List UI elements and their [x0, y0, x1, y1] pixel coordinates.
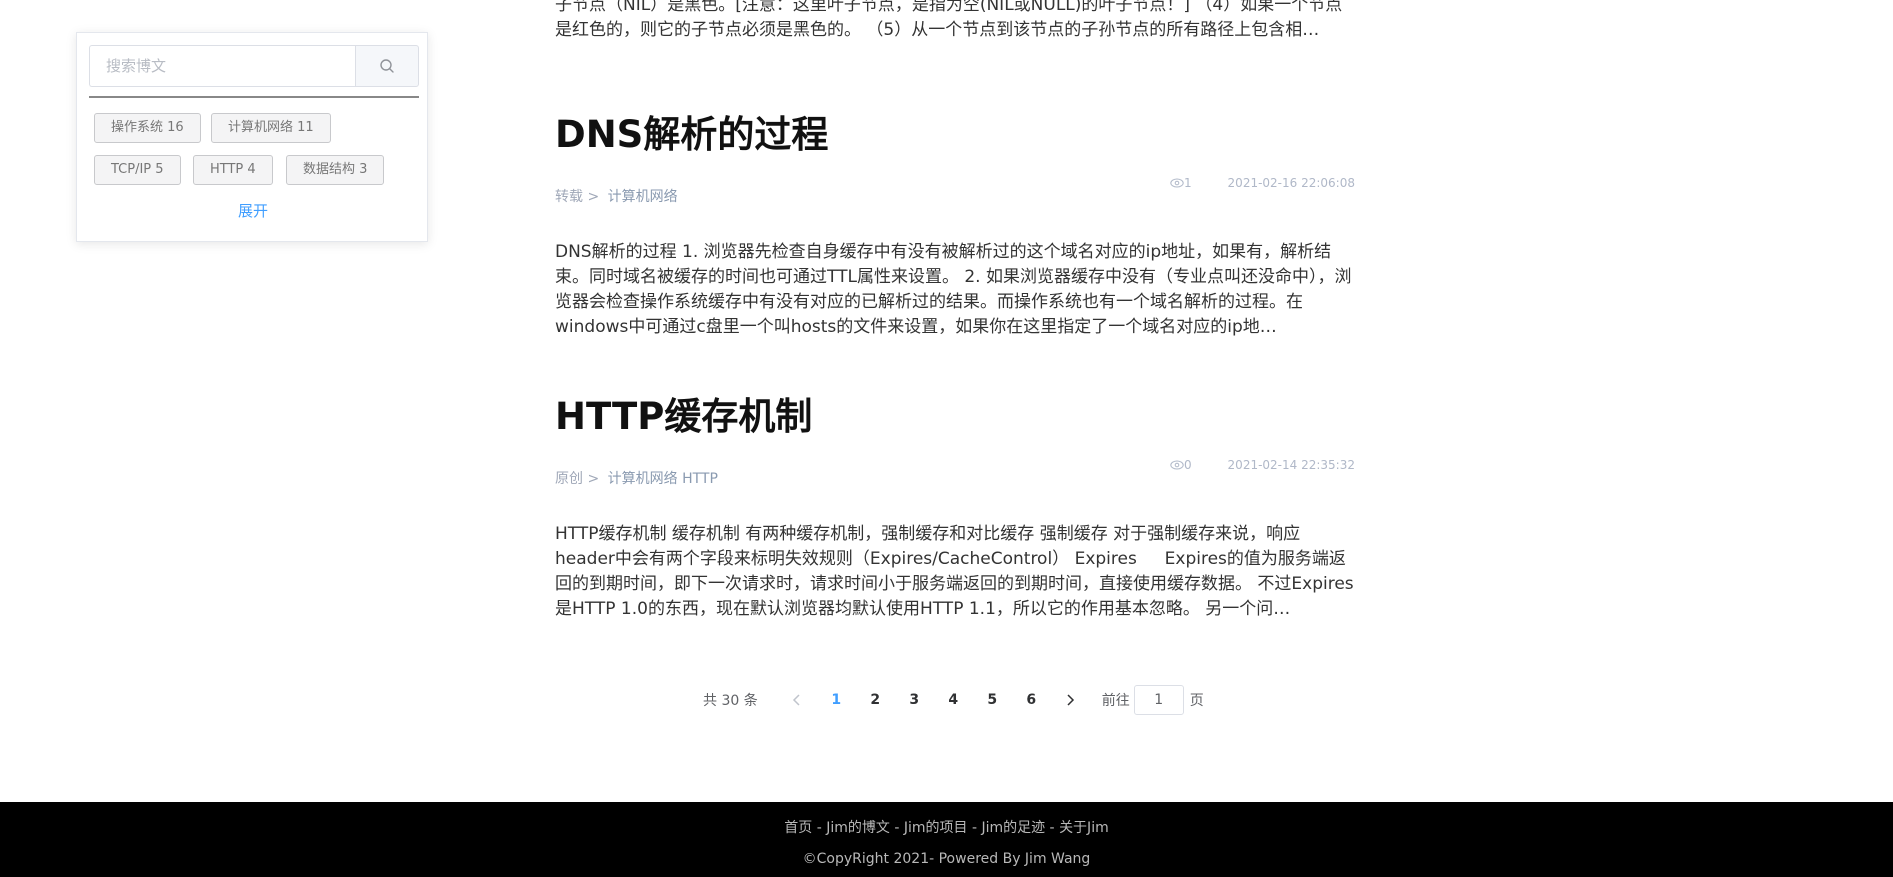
view-count: 0: [1170, 458, 1192, 472]
pagination-total: 共 30 条: [703, 693, 758, 709]
view-count-value: 1: [1184, 176, 1192, 190]
page-suffix: 页: [1189, 693, 1204, 709]
footer-link-home[interactable]: 首页: [784, 820, 812, 836]
footer-link-about[interactable]: 关于Jim: [1059, 820, 1109, 836]
article-title[interactable]: DNS解析的过程: [555, 110, 1355, 160]
goto-label: 前往: [1101, 693, 1130, 709]
footer-separator: -: [889, 820, 904, 836]
article-item: HTTP缓存机制 原创 > 计算机网络 HTTP 0 2021-02-14 22…: [555, 392, 1355, 622]
tag-data-structure[interactable]: 数据结构 3: [286, 155, 385, 185]
search-divider: [89, 96, 419, 98]
tag-sidebar-card: 操作系统 16 计算机网络 11 TCP/IP 5 HTTP 4 数据结构 3 …: [76, 32, 428, 242]
footer-separator: -: [1045, 820, 1060, 836]
article-type-label: 转载: [555, 189, 583, 205]
article-item: DNS解析的过程 转载 > 计算机网络 1 2021-02-16 22:06:0…: [555, 110, 1355, 340]
footer-link-projects[interactable]: Jim的项目: [904, 820, 968, 836]
footer-link-footprints[interactable]: Jim的足迹: [981, 820, 1045, 836]
page-button-3[interactable]: 3: [895, 692, 934, 708]
tag-http[interactable]: HTTP 4: [193, 155, 273, 185]
search-input[interactable]: [89, 45, 355, 87]
expand-tags-link[interactable]: 展开: [77, 200, 429, 221]
page-jump-input[interactable]: [1133, 685, 1184, 715]
tag-network[interactable]: 计算机网络 11: [211, 113, 331, 143]
search-icon: [380, 59, 394, 73]
article-date: 2021-02-14 22:35:32: [1227, 458, 1355, 472]
view-count-value: 0: [1184, 458, 1192, 472]
page-button-1[interactable]: 1: [817, 692, 856, 708]
search-button[interactable]: [355, 45, 419, 87]
meta-separator: >: [587, 471, 600, 487]
footer-nav: 首页 - Jim的博文 - Jim的项目 - Jim的足迹 - 关于Jim: [0, 817, 1893, 837]
chevron-left-icon: [793, 693, 800, 706]
eye-icon: [1170, 178, 1184, 188]
site-footer: 首页 - Jim的博文 - Jim的项目 - Jim的足迹 - 关于Jim ©C…: [0, 802, 1893, 877]
page-button-6[interactable]: 6: [1012, 692, 1051, 708]
article-excerpt: DNS解析的过程 1. 浏览器先检查自身缓存中有没有被解析过的这个域名对应的ip…: [555, 242, 1352, 337]
view-count: 1: [1170, 176, 1192, 190]
article-category[interactable]: 计算机网络 HTTP: [608, 471, 718, 487]
article-excerpt: HTTP缓存机制 缓存机制 有两种缓存机制，强制缓存和对比缓存 强制缓存 对于强…: [555, 524, 1354, 619]
meta-separator: >: [587, 189, 600, 205]
footer-copyright: ©CopyRight 2021- Powered By Jim Wang: [802, 851, 1091, 867]
article-excerpt-previous: 子节点（NIL）是黑色。[注意：这里叶子节点，是指为空(NIL或NULL)的叶子…: [555, 0, 1343, 40]
article-type-label: 原创: [555, 471, 583, 487]
footer-separator: -: [967, 820, 982, 836]
article-date: 2021-02-16 22:06:08: [1227, 176, 1355, 190]
footer-separator: -: [812, 820, 827, 836]
next-page-button[interactable]: [1051, 691, 1090, 710]
article-meta: 原创 > 计算机网络 HTTP 0 2021-02-14 22:35:32: [555, 458, 1355, 492]
search-box: [89, 45, 419, 87]
article-title[interactable]: HTTP缓存机制: [555, 392, 1355, 442]
prev-page-button[interactable]: [778, 691, 817, 710]
tag-os[interactable]: 操作系统 16: [94, 113, 201, 143]
article-meta: 转载 > 计算机网络 1 2021-02-16 22:06:08: [555, 176, 1355, 210]
footer-link-blog[interactable]: Jim的博文: [826, 820, 890, 836]
article-type: 转载 > 计算机网络: [555, 186, 678, 206]
pagination: 共 30 条 1 2 3 4 5 6 前往 页: [703, 685, 1204, 715]
page-button-5[interactable]: 5: [973, 692, 1012, 708]
article-category[interactable]: 计算机网络: [608, 189, 678, 205]
page-jump: 前往 页: [1102, 685, 1204, 715]
page-button-4[interactable]: 4: [934, 692, 973, 708]
eye-icon: [1170, 460, 1184, 470]
chevron-right-icon: [1067, 693, 1075, 706]
page-button-2[interactable]: 2: [856, 692, 895, 708]
tag-tcpip[interactable]: TCP/IP 5: [94, 155, 181, 185]
article-type: 原创 > 计算机网络 HTTP: [555, 468, 718, 488]
